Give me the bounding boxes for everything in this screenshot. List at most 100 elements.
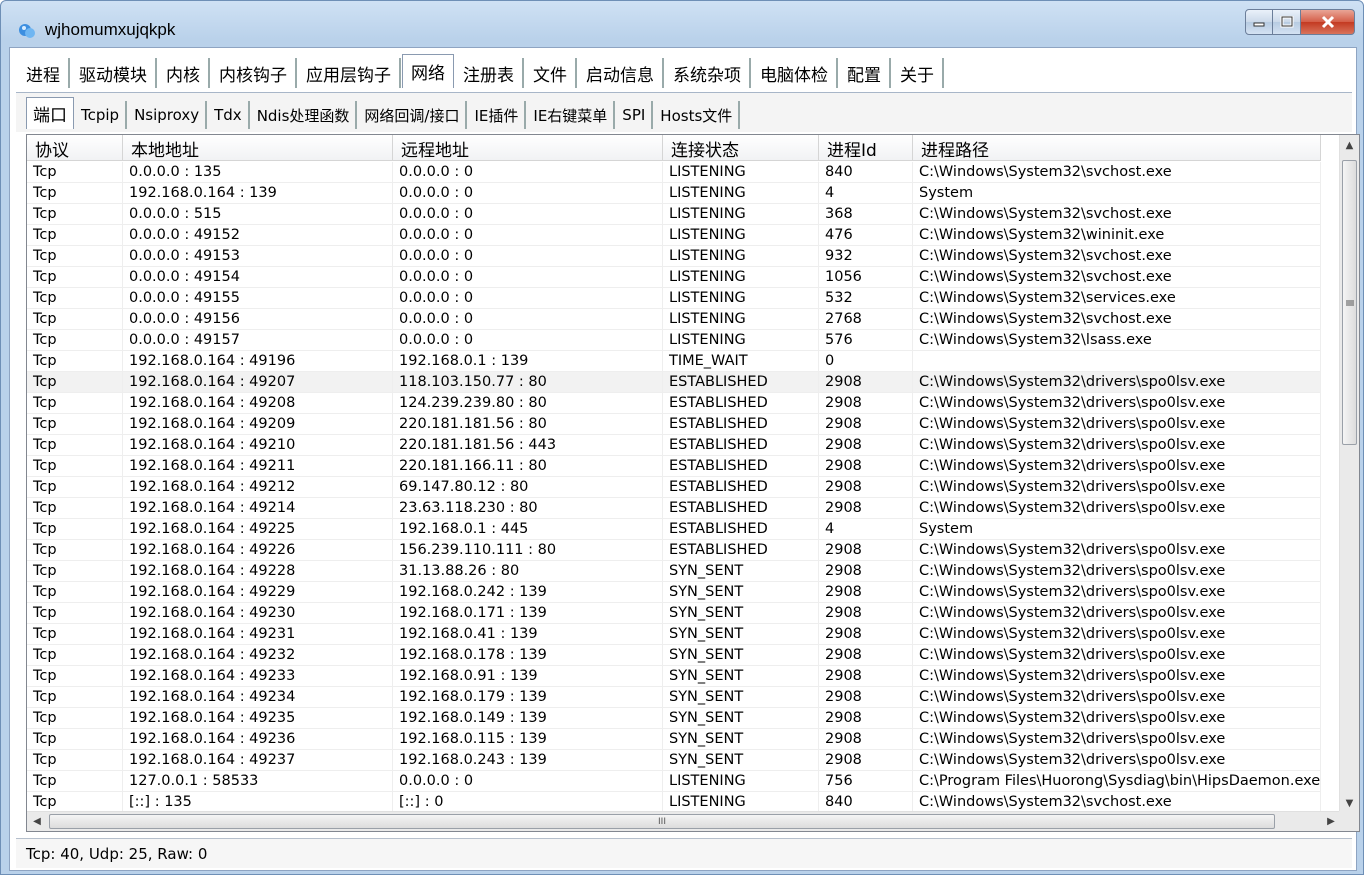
vertical-scrollbar[interactable]: ▲ ▼ [1339,135,1359,813]
table-row[interactable]: Tcp 192.168.0.164 : 139 0.0.0.0 : 0 LISTENI… [27,183,1321,204]
maximize-button[interactable] [1273,9,1301,35]
sub-tab[interactable]: 网络回调/接口 [358,101,468,129]
table-row[interactable]: Tcp 0.0.0.0 : 515 0.0.0.0 : 0 LISTENING 368 C… [27,204,1321,225]
table-cell: 192.168.0.171 : 139 [393,603,663,623]
table-cell: 0.0.0.0 : 49157 [123,330,393,350]
table-row[interactable]: Tcp [::] : 135 [::] : 0 LISTENING 840 C:\Wind… [27,792,1321,813]
table-row[interactable]: Tcp 192.168.0.164 : 49225 192.168.0.1 : 44… [27,519,1321,540]
window-title: wjhomumxujqkpk [45,20,176,39]
table-row[interactable]: Tcp 0.0.0.0 : 49155 0.0.0.0 : 0 LISTENING 53… [27,288,1321,309]
table-row[interactable]: Tcp 192.168.0.164 : 49226 156.239.110.111 … [27,540,1321,561]
scroll-left-arrow-icon[interactable]: ◀ [27,812,47,831]
table-row[interactable]: Tcp 0.0.0.0 : 135 0.0.0.0 : 0 LISTENING 840 C… [27,162,1321,183]
table-row[interactable]: Tcp 192.168.0.164 : 49209 220.181.181.56 :… [27,414,1321,435]
table-row[interactable]: Tcp 192.168.0.164 : 49237 192.168.0.243 : … [27,750,1321,771]
table-cell: 2908 [819,708,913,728]
table-row[interactable]: Tcp 0.0.0.0 : 49153 0.0.0.0 : 0 LISTENING 93… [27,246,1321,267]
minimize-button[interactable] [1245,9,1273,35]
table-row[interactable]: Tcp 192.168.0.164 : 49207 118.103.150.77 :… [27,372,1321,393]
table-cell: 0 [819,351,913,371]
main-tab[interactable]: 关于 [892,58,944,88]
table-row[interactable]: Tcp 192.168.0.164 : 49212 69.147.80.12 : 8… [27,477,1321,498]
connection-list[interactable]: 协议 本地地址 远程地址 连接状态 进程Id 进程路径 Tcp 0.0.0.0 : 135 0… [26,134,1360,832]
column-header[interactable]: 远程地址 [393,135,663,161]
scroll-down-arrow-icon[interactable]: ▼ [1340,793,1359,813]
table-cell: C:\Windows\System32\svchost.exe [913,309,1321,329]
table-cell: 0.0.0.0 : 49153 [123,246,393,266]
table-cell: 2908 [819,393,913,413]
table-cell: 2908 [819,645,913,665]
table-row[interactable]: Tcp 192.168.0.164 : 49211 220.181.166.11 :… [27,456,1321,477]
sub-tab[interactable]: IE右键菜单 [527,101,616,129]
column-header[interactable]: 协议 [27,135,123,161]
table-cell: ESTABLISHED [663,414,819,434]
main-tab[interactable]: 内核钩子 [211,58,297,88]
column-header[interactable]: 进程Id [819,135,913,161]
table-cell: 0.0.0.0 : 135 [123,162,393,182]
table-cell: Tcp [27,750,123,770]
table-cell: Tcp [27,792,123,812]
table-row[interactable]: Tcp 192.168.0.164 : 49231 192.168.0.41 : 1… [27,624,1321,645]
table-row[interactable]: Tcp 0.0.0.0 : 49152 0.0.0.0 : 0 LISTENING 47… [27,225,1321,246]
sub-tab[interactable]: Nsiproxy [128,101,208,129]
table-row[interactable]: Tcp 192.168.0.164 : 49228 31.13.88.26 : 80… [27,561,1321,582]
table-cell: 0.0.0.0 : 0 [393,771,663,791]
sub-tab[interactable]: Hosts文件 [654,101,741,129]
table-row[interactable]: Tcp 0.0.0.0 : 49154 0.0.0.0 : 0 LISTENING 10… [27,267,1321,288]
table-row[interactable]: Tcp 192.168.0.164 : 49214 23.63.118.230 : … [27,498,1321,519]
table-cell: 192.168.0.178 : 139 [393,645,663,665]
close-button[interactable] [1301,9,1355,35]
scroll-up-arrow-icon[interactable]: ▲ [1340,135,1359,155]
table-row[interactable]: Tcp 192.168.0.164 : 49236 192.168.0.115 : … [27,729,1321,750]
table-row[interactable]: Tcp 192.168.0.164 : 49210 220.181.181.56 :… [27,435,1321,456]
sub-tab[interactable]: SPI [616,101,654,129]
table-row[interactable]: Tcp 0.0.0.0 : 49156 0.0.0.0 : 0 LISTENING 27… [27,309,1321,330]
sub-tab[interactable]: 端口 [26,97,74,129]
main-tab[interactable]: 应用层钩子 [298,58,401,88]
table-cell: LISTENING [663,771,819,791]
main-tab[interactable]: 系统杂项 [665,58,751,88]
sub-tab[interactable]: Tdx [208,101,250,129]
main-tab[interactable]: 驱动模块 [71,58,157,88]
table-cell: SYN_SENT [663,729,819,749]
table-row[interactable]: Tcp 192.168.0.164 : 49234 192.168.0.179 : … [27,687,1321,708]
main-tab[interactable]: 进程 [18,58,70,88]
column-header[interactable]: 进程路径 [913,135,1321,161]
table-row[interactable]: Tcp 192.168.0.164 : 49196 192.168.0.1 : 13… [27,351,1321,372]
table-cell: 124.239.239.80 : 80 [393,393,663,413]
table-row[interactable]: Tcp 192.168.0.164 : 49229 192.168.0.242 : … [27,582,1321,603]
main-tab[interactable]: 启动信息 [578,58,664,88]
horizontal-scrollbar[interactable]: ◀ III ▶ [27,811,1341,831]
main-tab[interactable]: 配置 [839,58,891,88]
main-tab[interactable]: 电脑体检 [752,58,838,88]
vertical-scroll-thumb[interactable] [1342,160,1357,445]
table-row[interactable]: Tcp 127.0.0.1 : 58533 0.0.0.0 : 0 LISTENING… [27,771,1321,792]
table-cell: C:\Windows\System32\svchost.exe [913,792,1321,812]
table-cell: C:\Windows\System32\svchost.exe [913,246,1321,266]
table-cell: 192.168.0.1 : 445 [393,519,663,539]
main-tab[interactable]: 内核 [158,58,210,88]
table-row[interactable]: Tcp 192.168.0.164 : 49232 192.168.0.178 : … [27,645,1321,666]
main-tab[interactable]: 注册表 [455,58,524,88]
table-row[interactable]: Tcp 192.168.0.164 : 49208 124.239.239.80 :… [27,393,1321,414]
sub-tab[interactable]: IE插件 [468,101,527,129]
table-cell: C:\Windows\System32\drivers\spo0lsv.exe [913,729,1321,749]
column-header[interactable]: 连接状态 [663,135,819,161]
title-bar[interactable]: wjhomumxujqkpk [1,1,1363,47]
column-header[interactable]: 本地地址 [123,135,393,161]
sub-tab[interactable]: Tcpip [75,101,128,129]
table-cell: Tcp [27,582,123,602]
table-cell: Tcp [27,267,123,287]
main-tab[interactable]: 网络 [402,54,454,88]
table-row[interactable]: Tcp 192.168.0.164 : 49230 192.168.0.171 : … [27,603,1321,624]
table-row[interactable]: Tcp 0.0.0.0 : 49157 0.0.0.0 : 0 LISTENING 57… [27,330,1321,351]
table-cell: 2908 [819,372,913,392]
table-row[interactable]: Tcp 192.168.0.164 : 49233 192.168.0.91 : 1… [27,666,1321,687]
scroll-right-arrow-icon[interactable]: ▶ [1321,812,1341,831]
sub-tab[interactable]: Ndis处理函数 [251,101,358,129]
horizontal-scroll-thumb[interactable]: III [49,814,1275,829]
table-row[interactable]: Tcp 192.168.0.164 : 49235 192.168.0.149 : … [27,708,1321,729]
main-tab[interactable]: 文件 [525,58,577,88]
sub-tab-strip: 端口 Tcpip Nsiproxy Tdx Ndis处理函数 网络回调/接口 IE插件 IE右… [26,97,741,129]
table-cell: Tcp [27,456,123,476]
